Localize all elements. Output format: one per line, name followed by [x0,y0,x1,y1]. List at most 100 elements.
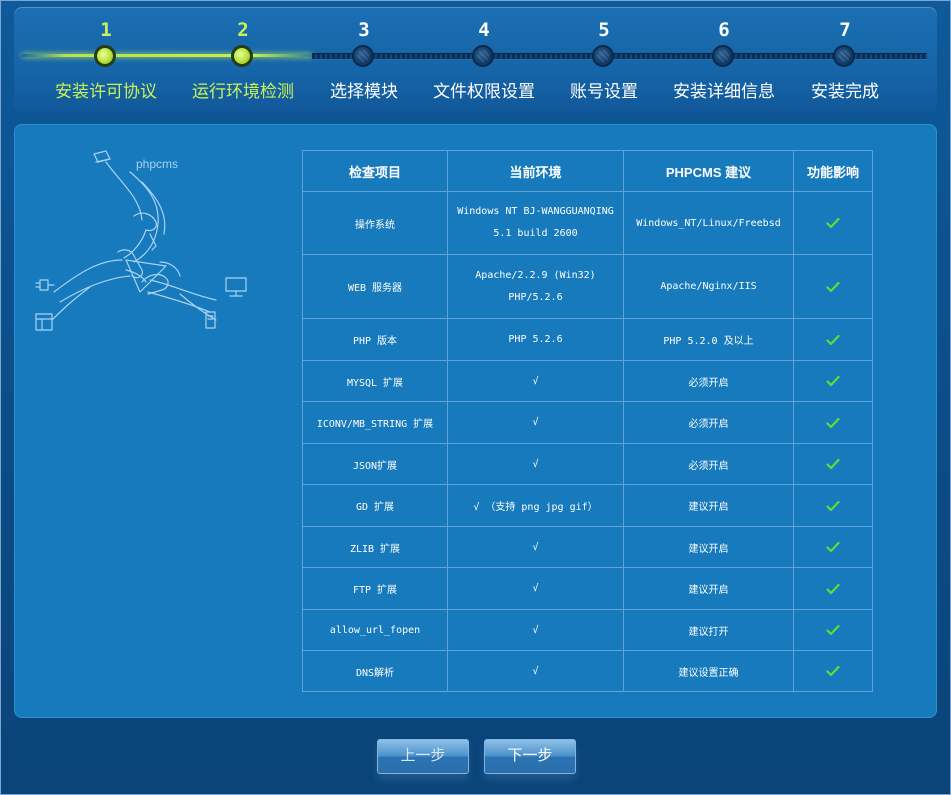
env-cell: √ [447,443,624,485]
checkmark-icon [826,334,840,345]
environment-check-table: 检查项目 当前环境 PHPCMS 建议 功能影响 操作系统 Windows NT… [302,150,873,692]
checkmark-icon [826,458,840,470]
previous-step-button[interactable]: 上一步 [377,739,469,774]
column-header-item: 检查项目 [302,150,448,192]
item-cell: ZLIB 扩展 [302,526,448,568]
env-cell: √ （支持 png jpg gif） [447,484,624,527]
step-2: 2 运行环境检测 [178,7,308,101]
table-row: MYSQL 扩展 √ 必须开启 [302,360,873,402]
environment-check-panel: phpcms 检查项目 当前环境 PHPCMS 建议 功能影响 操作系统 Win… [14,124,937,718]
item-cell: WEB 服务器 [302,254,448,319]
step-label: 账号设置 [570,82,638,101]
table-row: GD 扩展 √ （支持 png jpg gif） 建议开启 [302,484,873,527]
step-label: 安装完成 [811,82,879,101]
column-header-current-env: 当前环境 [447,150,624,192]
step-label: 选择模块 [330,82,398,101]
step-indicator-dot [94,45,116,67]
env-cell: Apache/2.2.9 (Win32) PHP/5.2.6 [447,254,624,319]
impact-cell [793,609,873,651]
step-indicator-dot [592,45,614,67]
advice-cell: Apache/Nginx/IIS [623,254,794,319]
advice-cell: 建议开启 [623,567,794,610]
checkmark-icon [826,541,840,553]
step-indicator-dot [352,45,374,67]
step-indicator-dot [712,45,734,67]
checkmark-icon [826,417,840,428]
item-cell: MYSQL 扩展 [302,360,448,402]
env-line: Apache/2.2.9 (Win32) [475,269,596,281]
env-cell: Windows NT BJ-WANGGUANQING 5.1 build 2600 [447,191,624,255]
step-5: 5 账号设置 [539,7,669,101]
phpcms-network-illustration: phpcms [35,150,247,331]
table-row: ICONV/MB_STRING 扩展 √ 必须开启 [302,401,873,444]
env-cell: √ [447,401,624,444]
step-number: 7 [839,19,851,41]
table-row: PHP 版本 PHP 5.2.6 PHP 5.2.0 及以上 [302,318,873,361]
install-steps-bar: 1 安装许可协议 2 运行环境检测 3 选择模块 4 文件权限设置 5 账号设置… [14,7,937,113]
env-cell: √ [447,526,624,568]
step-label: 安装详细信息 [673,82,775,101]
item-cell: allow_url_fopen [302,609,448,651]
installer-window: 1 安装许可协议 2 运行环境检测 3 选择模块 4 文件权限设置 5 账号设置… [0,0,951,795]
impact-cell [793,443,873,485]
column-header-advice: PHPCMS 建议 [623,150,794,192]
impact-cell [793,567,873,610]
checkmark-icon [826,281,840,292]
advice-cell: 必须开启 [623,401,794,444]
table-header-row: 检查项目 当前环境 PHPCMS 建议 功能影响 [302,150,873,192]
env-cell: √ [447,609,624,651]
step-4: 4 文件权限设置 [419,7,549,101]
item-cell: FTP 扩展 [302,567,448,610]
item-cell: PHP 版本 [302,318,448,361]
item-cell: JSON扩展 [302,443,448,485]
advice-cell: 建议开启 [623,484,794,527]
env-cell: √ [447,567,624,610]
advice-cell: 建议开启 [623,526,794,568]
step-indicator-dot [472,45,494,67]
table-row: ZLIB 扩展 √ 建议开启 [302,526,873,568]
item-cell: DNS解析 [302,650,448,692]
advice-cell: PHP 5.2.0 及以上 [623,318,794,361]
step-7: 7 安装完成 [780,7,910,101]
advice-cell: 建议设置正确 [623,650,794,692]
step-3: 3 选择模块 [299,7,429,101]
advice-cell: Windows_NT/Linux/Freebsd [623,191,794,255]
item-cell: ICONV/MB_STRING 扩展 [302,401,448,444]
table-row: WEB 服务器 Apache/2.2.9 (Win32) PHP/5.2.6 Ap… [302,254,873,319]
step-6: 6 安装详细信息 [659,7,789,101]
item-cell: 操作系统 [302,191,448,255]
checkmark-icon [826,375,840,387]
table-row: DNS解析 √ 建议设置正确 [302,650,873,692]
impact-cell [793,318,873,361]
checkmark-icon [826,500,840,511]
step-number: 1 [100,19,112,41]
phpcms-text: phpcms [136,157,178,171]
impact-cell [793,484,873,527]
env-cell: √ [447,650,624,692]
step-label: 文件权限设置 [433,82,535,101]
env-line: PHP/5.2.6 [508,291,563,303]
impact-cell [793,401,873,444]
advice-cell: 建议打开 [623,609,794,651]
step-number: 5 [598,19,610,41]
table-row: allow_url_fopen √ 建议打开 [302,609,873,651]
check-rows: 操作系统 Windows NT BJ-WANGGUANQING 5.1 build… [302,191,873,692]
table-row: FTP 扩展 √ 建议开启 [302,567,873,610]
impact-cell [793,526,873,568]
step-1: 1 安装许可协议 [41,7,171,101]
step-number: 3 [358,19,370,41]
impact-cell [793,191,873,255]
env-cell: PHP 5.2.6 [447,318,624,361]
impact-cell [793,360,873,402]
step-number: 6 [718,19,730,41]
step-indicator-dot [231,45,253,67]
impact-cell [793,254,873,319]
step-number: 4 [478,19,490,41]
env-line: Windows NT BJ-WANGGUANQING [457,206,614,217]
column-header-impact: 功能影响 [793,150,873,192]
progress-track-done [22,54,312,57]
next-step-button[interactable]: 下一步 [484,739,576,774]
checkmark-icon [826,217,840,229]
impact-cell [793,650,873,692]
advice-cell: 必须开启 [623,360,794,402]
